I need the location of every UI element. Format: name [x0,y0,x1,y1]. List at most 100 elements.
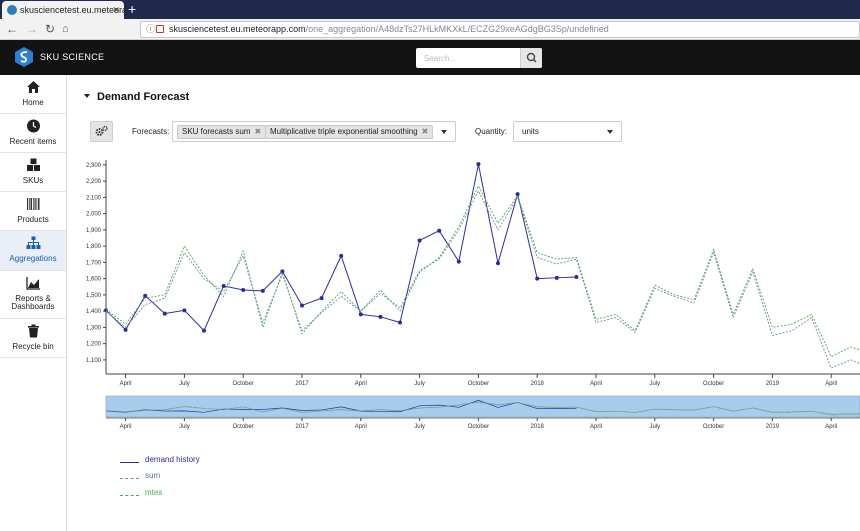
navigator-x-tick-label: 2018 [531,424,545,430]
home-browser-icon[interactable]: ⌂ [62,21,69,37]
x-tick-label: October [468,381,489,387]
data-point [319,296,324,301]
data-point [300,303,304,308]
search-button[interactable] [520,48,542,68]
data-point [417,238,422,243]
x-tick-label: July [179,381,190,387]
data-point [202,328,206,333]
logo-text[interactable]: SKU SCIENCE [40,52,104,62]
sidebar-item-recent[interactable]: Recent items [0,114,66,153]
legend-item-history[interactable]: demand history [120,455,240,467]
forecast-chip-label: SKU forecasts sum [182,127,251,136]
legend-item-sum[interactable]: sum [120,471,240,483]
navigator-x-tick-label: July [649,424,660,430]
browser-tab-bar: skusciencetest.eu.meteorapp.c ✕ + [0,0,860,19]
section-title: Demand Forecast [97,91,190,103]
navigator-x-tick-label: October [468,424,489,430]
data-point [378,314,383,319]
url-host: skusciencetest.eu.meteorapp.com [169,24,306,34]
y-tick-label: 1,500 [86,293,102,299]
demand-forecast-chart[interactable]: 1,100 1,200 1,300 1,400 1,500 1,600 1,700 1,800… [70,155,860,433]
legend-swatch [120,462,139,463]
dropdown-caret-icon[interactable] [441,130,447,134]
data-point [339,253,344,258]
navigator-x-tick-label: July [414,424,425,430]
x-tick-label: April [120,381,132,387]
data-point [456,259,461,264]
browser-tab[interactable]: skusciencetest.eu.meteorapp.c ✕ [2,1,124,19]
sidebar-item-products[interactable]: Products [0,192,66,231]
forecasts-label: Forecasts: [132,127,170,136]
y-tick-label: 1,300 [86,325,102,331]
chip-remove-icon[interactable]: ✖ [254,127,261,136]
forward-icon[interactable]: → [26,21,38,37]
series-line-mtes [105,184,860,358]
x-tick-label: April [825,381,837,387]
browser-toolbar: ← → ↻ ⌂ ⓘ skusciencetest.eu.meteorapp.co… [0,19,860,40]
legend-swatch [120,478,139,479]
sidebar-item-label: Reports & Dashboards [11,294,55,311]
data-point [515,192,520,197]
sku-science-logo-icon[interactable] [15,47,33,67]
legend-item-mtes[interactable]: mtes [120,488,240,500]
data-point [476,162,481,167]
sidebar-item-aggregations[interactable]: Aggregations [0,231,66,271]
quantity-value: units [522,127,539,136]
gears-icon [95,125,108,136]
sidebar-item-home[interactable]: Home [0,75,66,114]
info-icon[interactable]: ⓘ [146,22,155,37]
site-favicon-icon [7,5,17,15]
forecasts-select[interactable]: SKU forecasts sum ✖ Multiplicative triple… [172,121,456,142]
trash-icon [28,324,39,338]
select-separator [432,126,433,139]
x-tick-label: July [414,381,425,387]
data-point [574,275,579,279]
navigator-x-tick-label: April [120,424,132,430]
legend-label: demand history [145,455,200,464]
clock-icon [27,119,40,133]
sidebar-item-recycle-bin[interactable]: Recycle bin [0,319,66,358]
forecast-chip[interactable]: Multiplicative triple exponential smooth… [265,125,434,139]
sidebar-item-reports[interactable]: Reports & Dashboards [0,271,66,319]
x-tick-label: 2018 [531,381,545,387]
new-tab-icon[interactable]: + [128,0,136,18]
quantity-select[interactable]: units [513,121,622,142]
search-box [416,48,542,68]
section-toggle[interactable]: Demand Forecast [84,91,189,103]
x-tick-label: April [355,381,367,387]
x-tick-label: October [703,381,724,387]
y-tick-label: 2,000 [86,212,102,218]
search-input[interactable] [416,48,520,68]
sitemap-icon [26,236,41,249]
navigator-x-tick-label: October [703,424,724,430]
chip-remove-icon[interactable]: ✖ [422,127,429,136]
sidebar-item-label: SKUs [22,176,44,185]
cubes-icon [27,158,40,171]
sidebar-item-label: Recycle bin [12,342,54,351]
sidebar-item-label: Home [22,98,44,107]
navigator-x-tick-label: July [179,424,190,430]
sidebar-item-skus[interactable]: SKUs [0,153,66,192]
app-header: SKU SCIENCE [0,40,860,75]
settings-button[interactable] [90,121,113,142]
navigator-x-tick-label: April [590,424,602,430]
home-icon [27,81,40,93]
forecast-chip[interactable]: SKU forecasts sum ✖ [177,125,267,139]
data-point [496,261,500,266]
sidebar: Home Recent items SKUs Products Aggregat… [0,75,67,531]
x-tick-label: October [233,381,254,387]
quantity-label: Quantity: [475,127,508,136]
navigator-x-tick-label: 2017 [295,424,309,430]
y-tick-label: 2,100 [86,195,102,201]
back-icon[interactable]: ← [6,21,18,37]
legend-swatch [120,495,139,496]
sidebar-item-label: Recent items [9,137,57,146]
tab-close-icon[interactable]: ✕ [112,1,120,19]
y-tick-label: 1,100 [86,358,102,364]
sidebar-item-label: Products [17,215,49,224]
url-path: /one_aggregation/A48dzTs27HLkMKXkL/ECZG2… [305,24,609,34]
address-bar[interactable]: ⓘ skusciencetest.eu.meteorapp.com/one_ag… [140,21,860,38]
caret-down-icon [84,94,90,98]
data-point [554,275,559,280]
refresh-icon[interactable]: ↻ [45,21,55,37]
